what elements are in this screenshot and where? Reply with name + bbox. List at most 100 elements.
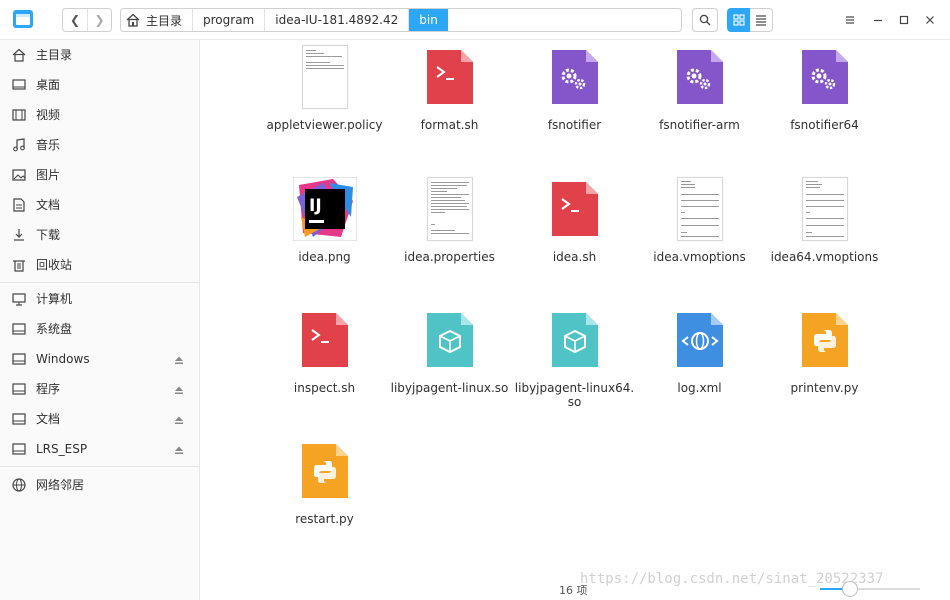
file-name: fsnotifier xyxy=(547,118,602,132)
file-item[interactable]: libyjpagent-linux64.so xyxy=(512,307,637,432)
file-item[interactable]: idea64.vmoptions xyxy=(762,176,887,301)
file-item[interactable]: libyjpagent-linux.so xyxy=(387,307,512,432)
executable-gear-icon xyxy=(542,44,608,110)
eject-icon[interactable] xyxy=(174,445,184,455)
file-name: format.sh xyxy=(420,118,479,132)
maximize-button[interactable] xyxy=(894,10,914,30)
file-item[interactable]: fsnotifier64 xyxy=(762,44,887,169)
sidebar-item-documents[interactable]: 文档 xyxy=(0,190,200,220)
file-item[interactable]: IJ idea.png xyxy=(262,176,387,301)
breadcrumb-idea[interactable]: idea-IU-181.4892.42 xyxy=(265,9,410,31)
file-item[interactable]: log.xml xyxy=(637,307,762,432)
file-item[interactable]: idea.vmoptions xyxy=(637,176,762,301)
icon-view-button[interactable] xyxy=(727,8,750,32)
watermark: https://blog.csdn.net/sinat_20522337 xyxy=(580,571,884,587)
file-item[interactable]: fsnotifier xyxy=(512,44,637,169)
shell-script-icon xyxy=(292,307,358,373)
text-file-icon xyxy=(792,176,858,242)
eject-icon[interactable] xyxy=(174,415,184,425)
python-file-icon xyxy=(792,307,858,373)
file-name: printenv.py xyxy=(790,381,859,395)
close-icon xyxy=(926,16,934,24)
video-icon xyxy=(12,109,26,121)
sidebar-item-label: 回收站 xyxy=(36,258,73,272)
text-file-icon xyxy=(667,176,733,242)
sidebar-item-label: 图片 xyxy=(36,168,61,182)
file-name: idea.png xyxy=(298,250,351,264)
sidebar-item-network[interactable]: 网络邻居 xyxy=(0,470,200,500)
sidebar-item-label: 下载 xyxy=(36,228,61,242)
executable-gear-icon xyxy=(667,44,733,110)
breadcrumb-home[interactable]: 主目录 xyxy=(121,9,194,31)
breadcrumb-program[interactable]: program xyxy=(193,9,266,31)
file-name: inspect.sh xyxy=(293,381,356,395)
navigation-buttons: ❮ ❯ xyxy=(62,8,112,32)
disk-icon xyxy=(12,323,26,335)
minimize-button[interactable] xyxy=(868,10,888,30)
sidebar-item-documents-disk[interactable]: 文档 xyxy=(0,404,200,434)
minimize-icon xyxy=(874,19,882,22)
search-button[interactable] xyxy=(692,8,718,32)
sidebar-item-lrs-esp[interactable]: LRS_ESP xyxy=(0,434,200,464)
view-mode-toggle xyxy=(727,8,773,32)
sidebar-item-label: 视频 xyxy=(36,108,61,122)
text-preview-thumbnail xyxy=(427,177,473,241)
file-item[interactable]: appletviewer.policy xyxy=(262,44,387,169)
sidebar-item-pictures[interactable]: 图片 xyxy=(0,160,200,190)
sidebar-item-trash[interactable]: 回收站 xyxy=(0,250,200,280)
file-name: idea.properties xyxy=(404,250,495,264)
file-item[interactable]: format.sh xyxy=(387,44,512,169)
breadcrumb-bin[interactable]: bin xyxy=(409,9,448,31)
network-icon xyxy=(12,478,26,492)
list-view-button[interactable] xyxy=(750,8,773,32)
executable-gear-icon xyxy=(792,44,858,110)
breadcrumb-idea-label: idea-IU-181.4892.42 xyxy=(275,13,399,27)
sidebar-item-music[interactable]: 音乐 xyxy=(0,130,200,160)
sidebar-item-programs[interactable]: 程序 xyxy=(0,374,200,404)
sidebar-item-computer[interactable]: 计算机 xyxy=(0,284,200,314)
file-item[interactable]: restart.py xyxy=(262,438,387,563)
close-button[interactable] xyxy=(920,10,940,30)
shared-library-icon xyxy=(542,307,608,373)
sidebar-item-windows[interactable]: Windows xyxy=(0,344,200,374)
breadcrumb-home-label: 主目录 xyxy=(146,13,183,28)
sidebar-item-label: 主目录 xyxy=(36,48,73,62)
file-name: libyjpagent-linux64.so xyxy=(514,381,635,409)
sidebar-item-system-disk[interactable]: 系统盘 xyxy=(0,314,200,344)
file-manager-logo-icon[interactable] xyxy=(12,8,34,30)
file-item[interactable]: printenv.py xyxy=(762,307,887,432)
eject-icon[interactable] xyxy=(174,385,184,395)
zoom-slider[interactable] xyxy=(820,588,920,590)
sidebar-divider xyxy=(0,466,200,467)
eject-icon[interactable] xyxy=(174,355,184,365)
file-name: fsnotifier64 xyxy=(790,118,859,132)
file-name: fsnotifier-arm xyxy=(659,118,740,132)
sidebar-item-desktop[interactable]: 桌面 xyxy=(0,70,200,100)
back-button[interactable]: ❮ xyxy=(63,9,87,31)
sidebar-item-label: LRS_ESP xyxy=(36,442,88,456)
picture-icon xyxy=(12,169,26,181)
file-item[interactable]: inspect.sh xyxy=(262,307,387,432)
sidebar-item-label: 计算机 xyxy=(36,292,73,306)
zoom-slider-handle[interactable] xyxy=(842,581,858,597)
sidebar-item-home[interactable]: 主目录 xyxy=(0,40,200,70)
file-item[interactable]: fsnotifier-arm xyxy=(637,44,762,169)
disk-icon xyxy=(12,443,26,455)
trash-icon xyxy=(13,260,25,272)
sidebar-item-downloads[interactable]: 下载 xyxy=(0,220,200,250)
file-item[interactable]: idea.properties xyxy=(387,176,512,301)
shell-script-icon xyxy=(417,44,483,110)
file-name: idea64.vmoptions xyxy=(770,250,879,264)
search-icon xyxy=(699,14,711,26)
file-item[interactable]: idea.sh xyxy=(512,176,637,301)
disk-icon xyxy=(12,353,26,365)
sidebar-item-label: 桌面 xyxy=(36,78,61,92)
intellij-idea-logo-icon: IJ xyxy=(292,176,358,242)
sidebar-item-label: 程序 xyxy=(36,382,61,396)
forward-button[interactable]: ❯ xyxy=(87,9,111,31)
sidebar-item-video[interactable]: 视频 xyxy=(0,100,200,130)
list-view-icon xyxy=(756,15,766,26)
sidebar-item-label: Windows xyxy=(36,352,90,366)
menu-button[interactable] xyxy=(840,10,860,30)
xml-file-icon xyxy=(667,307,733,373)
